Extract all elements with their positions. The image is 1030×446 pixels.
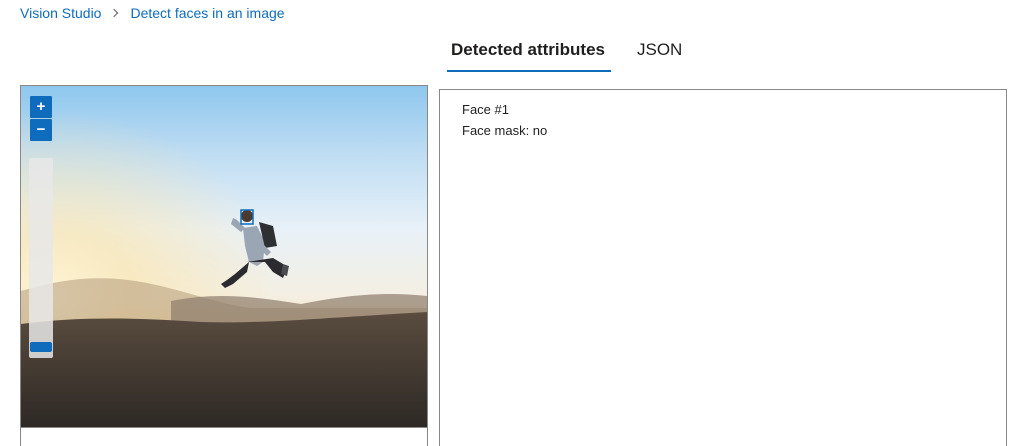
image-viewer[interactable]: + −	[20, 85, 428, 446]
detected-attributes-panel: Face #1 Face mask: no	[439, 89, 1007, 446]
face-title: Face #1	[462, 102, 509, 117]
breadcrumb-detect-faces[interactable]: Detect faces in an image	[130, 5, 284, 21]
zoom-slider-thumb[interactable]	[30, 342, 52, 352]
zoom-in-button[interactable]: +	[30, 96, 52, 118]
chevron-right-icon	[111, 9, 119, 17]
breadcrumb: Vision Studio Detect faces in an image	[20, 5, 285, 21]
face-mask-attribute: Face mask: no	[462, 123, 548, 138]
result-tabs: Detected attributes JSON	[447, 38, 682, 72]
zoom-slider[interactable]	[29, 158, 53, 358]
tab-json[interactable]: JSON	[637, 38, 682, 72]
zoom-out-button[interactable]: −	[30, 119, 52, 141]
breadcrumb-vision-studio[interactable]: Vision Studio	[20, 5, 101, 21]
tab-detected-attributes[interactable]: Detected attributes	[447, 38, 611, 72]
uploaded-photo	[21, 86, 427, 427]
image-footer	[21, 427, 427, 446]
